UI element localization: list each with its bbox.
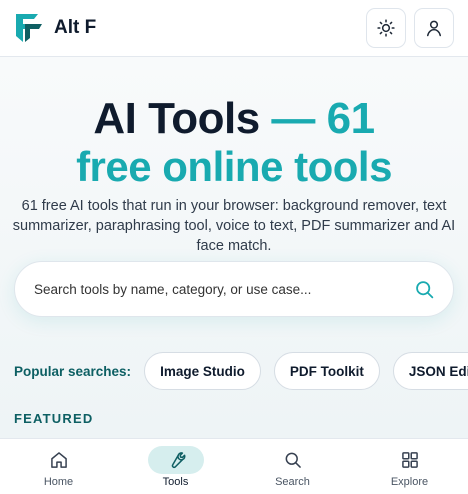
- search-button[interactable]: [414, 279, 435, 300]
- nav-tools-icon-wrap: [147, 446, 204, 474]
- user-icon: [427, 20, 441, 37]
- popular-searches-label: Popular searches:: [14, 363, 132, 379]
- search-input[interactable]: [34, 281, 414, 297]
- nav-tools-label: Tools: [162, 476, 189, 488]
- hero-title-line2: free online tools: [76, 143, 392, 190]
- hero-title-line1: AI Tools — 61: [0, 93, 468, 145]
- featured-heading: FEATURED: [14, 411, 94, 426]
- nav-explore-label: Explore: [390, 476, 429, 488]
- nav-home-icon-wrap: [31, 446, 87, 474]
- brand-name: Alt F: [54, 17, 97, 38]
- nav-explore[interactable]: Explore: [351, 439, 468, 494]
- nav-search[interactable]: Search: [234, 439, 351, 494]
- wrench-icon: [171, 452, 186, 469]
- nav-explore-icon-wrap: [382, 446, 438, 474]
- theme-toggle-button[interactable]: [366, 8, 406, 48]
- account-button[interactable]: [414, 8, 454, 48]
- brand[interactable]: Alt F: [14, 12, 96, 44]
- top-header: Alt F: [0, 0, 468, 57]
- grid-icon: [401, 452, 418, 468]
- nav-home-label: Home: [43, 476, 74, 488]
- nav-home[interactable]: Home: [0, 439, 117, 494]
- home-icon: [50, 452, 67, 468]
- header-actions: [366, 8, 454, 48]
- nav-search-label: Search: [275, 476, 310, 488]
- search-icon: [285, 452, 301, 468]
- hero-subtitle: 61 free AI tools that run in your browse…: [12, 198, 456, 254]
- nav-search-icon-wrap: [265, 446, 321, 474]
- chip-json-editor[interactable]: JSON Edito: [392, 352, 468, 390]
- hero-title-main: AI Tools: [93, 94, 260, 143]
- popular-searches: Popular searches: Image Studio PDF Toolk…: [14, 351, 468, 391]
- altf-logo-icon: [16, 14, 42, 42]
- search-bar: [14, 261, 454, 317]
- hero-title-count: — 61: [271, 94, 375, 143]
- chip-image-studio[interactable]: Image Studio: [144, 352, 261, 390]
- chip-pdf-toolkit[interactable]: PDF Toolkit: [273, 352, 380, 390]
- bottom-nav: Home Tools Search Explore: [0, 438, 468, 494]
- nav-tools[interactable]: Tools: [117, 439, 234, 494]
- hero-section: AI Tools — 61 free online tools 61 free …: [0, 57, 468, 438]
- sun-icon: [377, 19, 395, 37]
- search-icon: [416, 280, 434, 298]
